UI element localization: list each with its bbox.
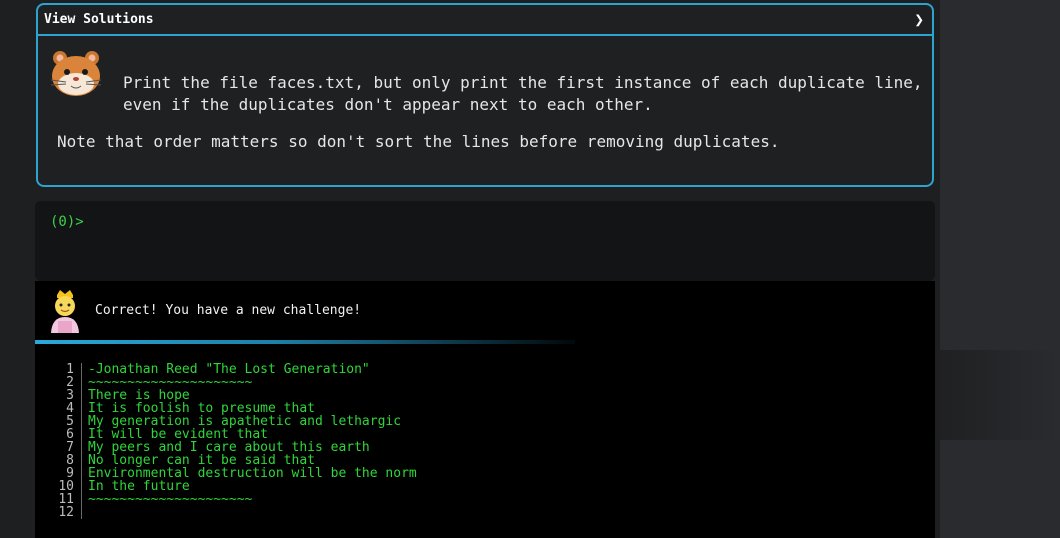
gutter-divider [81, 415, 82, 428]
challenge-task-text: Print the file faces.txt, but only print… [123, 73, 923, 114]
gutter-divider [81, 389, 82, 402]
challenge-note-text: Note that order matters so don't sort th… [57, 132, 780, 151]
gutter-divider [81, 363, 82, 376]
hamster-icon [50, 51, 102, 96]
view-solutions-title[interactable]: View Solutions [44, 12, 154, 27]
line-number: 5 [66, 414, 74, 429]
princess-icon [51, 290, 79, 333]
line-number: 3 [66, 388, 74, 403]
output-divider [35, 340, 575, 344]
line-number: 4 [66, 401, 74, 416]
line-number: 2 [66, 375, 74, 390]
chevron-right-icon[interactable]: ❯ [914, 11, 924, 28]
gutter-divider [81, 480, 82, 493]
terminal-output: Correct! You have a new challenge! 1 -Jon… [35, 281, 935, 538]
gutter-divider [81, 506, 82, 519]
result-message: Correct! You have a new challenge! [95, 303, 362, 318]
challenge-card: View Solutions ❯ Print the file faces.tx… [36, 3, 934, 187]
view-solutions-header[interactable]: View Solutions ❯ [38, 5, 932, 36]
line-number: 1 [66, 362, 74, 377]
page: View Solutions ❯ Print the file faces.tx… [0, 0, 1060, 538]
code-line: 11 ~~~~~~~~~~~~~~~~~~~~~ [35, 493, 935, 506]
gutter-divider [81, 428, 82, 441]
code-line: 12 [35, 506, 935, 519]
line-number: 7 [66, 440, 74, 455]
line-number: 8 [66, 453, 74, 468]
gutter-divider [81, 441, 82, 454]
gutter-divider [81, 454, 82, 467]
terminal-prompt: (0)> [50, 214, 84, 230]
terminal-input[interactable]: (0)> [35, 201, 935, 281]
gutter-divider [81, 376, 82, 389]
line-number: 6 [66, 427, 74, 442]
gutter-divider [81, 402, 82, 415]
line-text: ~~~~~~~~~~~~~~~~~~~~~ [88, 492, 253, 507]
right-panel [940, 0, 1060, 538]
gutter-divider [81, 467, 82, 480]
file-output: 1 -Jonathan Reed "The Lost Generation" 2 ~~… [35, 363, 935, 519]
gutter-divider [81, 493, 82, 506]
line-number: 12 [58, 505, 74, 520]
